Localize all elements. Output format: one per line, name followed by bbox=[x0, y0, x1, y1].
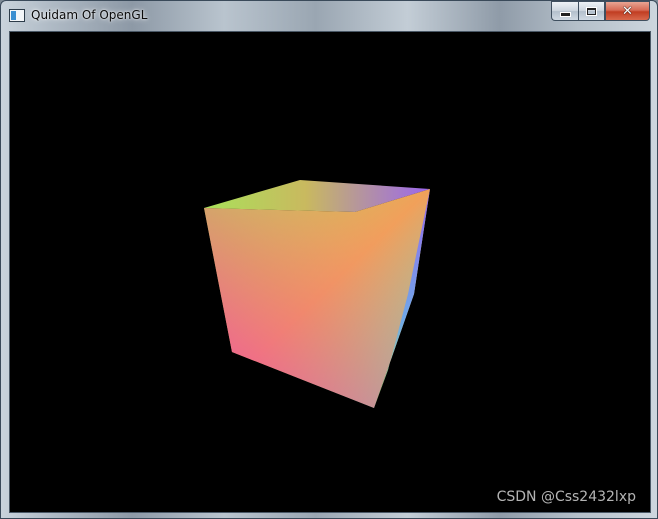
close-icon: ✕ bbox=[622, 3, 633, 19]
minimize-icon bbox=[559, 11, 571, 17]
maximize-button[interactable] bbox=[578, 1, 605, 21]
app-window: Quidam Of OpenGL ✕ CSDN @Css2432lxp bbox=[0, 0, 658, 519]
opengl-viewport[interactable]: CSDN @Css2432lxp bbox=[9, 31, 651, 513]
maximize-icon bbox=[586, 6, 597, 16]
title-bar[interactable]: Quidam Of OpenGL ✕ bbox=[1, 1, 657, 29]
rgb-cube-render bbox=[204, 180, 430, 408]
console-window-icon[interactable] bbox=[9, 9, 25, 22]
caption-buttons: ✕ bbox=[551, 1, 650, 22]
cube-model bbox=[204, 180, 430, 408]
minimize-button[interactable] bbox=[551, 1, 578, 21]
cube-front-shade bbox=[204, 189, 430, 408]
close-button[interactable]: ✕ bbox=[605, 1, 650, 21]
window-title: Quidam Of OpenGL bbox=[31, 8, 148, 22]
watermark-text: CSDN @Css2432lxp bbox=[496, 489, 636, 505]
